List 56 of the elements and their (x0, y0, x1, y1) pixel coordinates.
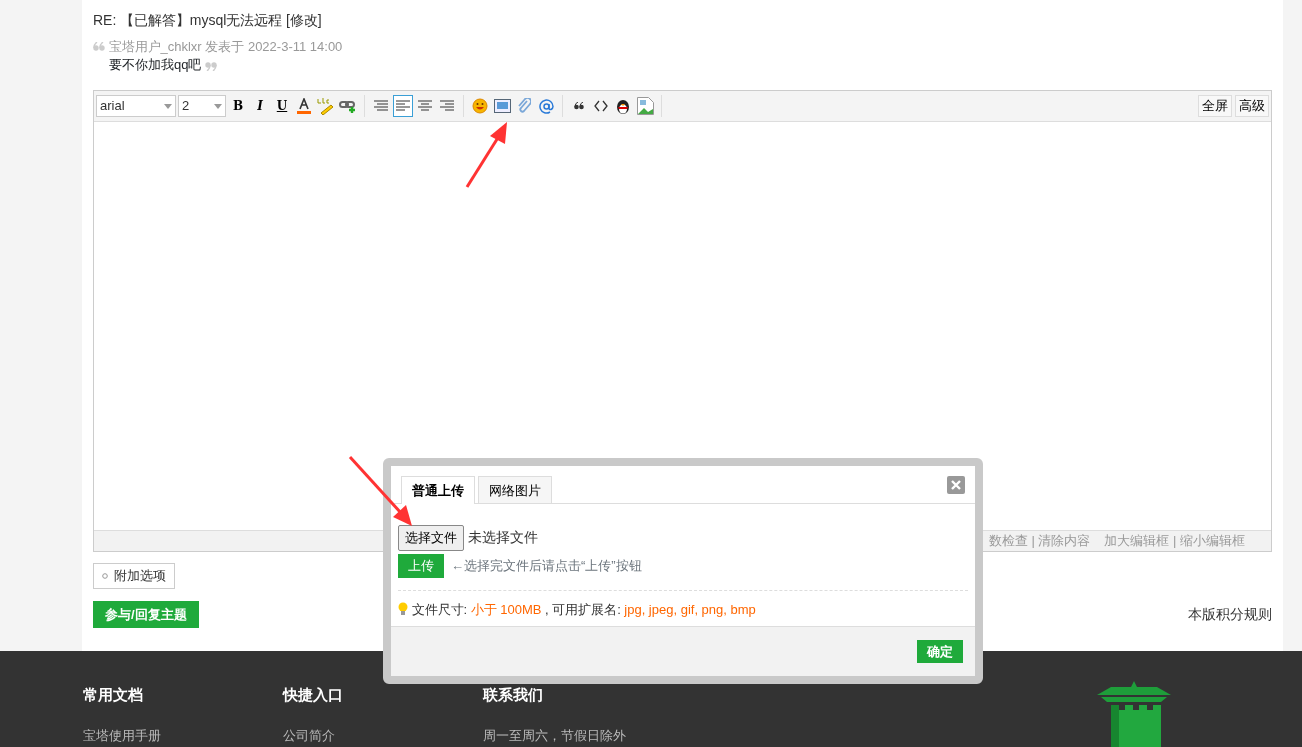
font-select[interactable]: arial (96, 95, 176, 117)
at-icon (538, 98, 554, 114)
footer-link[interactable]: 宝塔使用手册 (83, 726, 283, 746)
center-icon (418, 100, 432, 112)
italic-button[interactable]: I (250, 95, 270, 117)
allowed-extensions: jpg, jpeg, gif, png, bmp (624, 600, 756, 619)
upload-hint: ←选择完文件后请点击“上传”按钮 (451, 557, 642, 575)
post-title-prefix: RE: (93, 11, 117, 30)
footer-link[interactable]: 周一至周六，节假日除外 (483, 726, 683, 746)
file-size-limit: 小于 100MB (470, 600, 542, 619)
right-icon (440, 100, 454, 112)
link-icon (339, 98, 357, 114)
credits-rules-link[interactable]: 本版积分规则 (1188, 603, 1272, 625)
lightbulb-icon (398, 602, 408, 617)
footer-heading: 联系我们 (483, 685, 544, 705)
color-button[interactable] (294, 95, 314, 117)
left-icon (396, 100, 410, 112)
annotation-arrow (465, 122, 507, 188)
attachment-icon (517, 98, 531, 114)
footer-heading: 常用文档 (83, 685, 144, 705)
choose-file-button[interactable]: 选择文件 (398, 525, 464, 551)
quote-text: 要不你加我qq吧 (109, 56, 202, 74)
color-icon (297, 98, 311, 114)
spell-icon (317, 97, 335, 115)
edit-link[interactable]: [修改] (285, 10, 322, 32)
smiley-button[interactable] (470, 95, 490, 117)
toolbar-text-button[interactable]: 全屏 (1197, 95, 1232, 117)
quote-open-icon (93, 41, 105, 51)
quote-icon (574, 102, 584, 110)
bold-button[interactable]: B (228, 95, 248, 117)
quote-close-icon (204, 61, 217, 71)
annotation-arrow (348, 456, 412, 526)
file-size-label: 文件尺寸: (411, 600, 468, 619)
justify-icon (374, 100, 388, 112)
size-select[interactable]: 2 (178, 95, 226, 117)
extensions-label: , 可用扩展名: (544, 600, 621, 619)
dropdown-caret-icon (214, 103, 222, 109)
underline-button[interactable]: U (272, 95, 292, 117)
dropdown-caret-icon (164, 103, 172, 109)
footer-heading: 快捷入口 (283, 685, 344, 705)
no-file-label: 未选择文件 (467, 528, 538, 548)
image-icon (493, 99, 511, 113)
footer-link[interactable]: 公司简介 (283, 726, 483, 746)
close-icon[interactable] (947, 476, 965, 494)
post-title: 【已解答】mysql无法远程 (119, 11, 283, 30)
bullet-icon (102, 572, 108, 579)
dialog-tab[interactable]: 普通上传 (401, 476, 475, 504)
attach-options-button[interactable]: 附加选项 (93, 563, 175, 589)
quote-meta: 宝塔用户_chklxr 发表于 2022-3-11 14:00 (108, 38, 343, 56)
code-icon (594, 100, 608, 112)
penguin-icon (615, 97, 631, 115)
left-button[interactable] (393, 95, 413, 117)
toolbar-text-button[interactable]: 高级 (1235, 95, 1269, 117)
broken-image-icon (636, 97, 654, 115)
dialog-tab[interactable]: 网络图片 (478, 476, 552, 503)
smiley-icon (472, 98, 488, 114)
